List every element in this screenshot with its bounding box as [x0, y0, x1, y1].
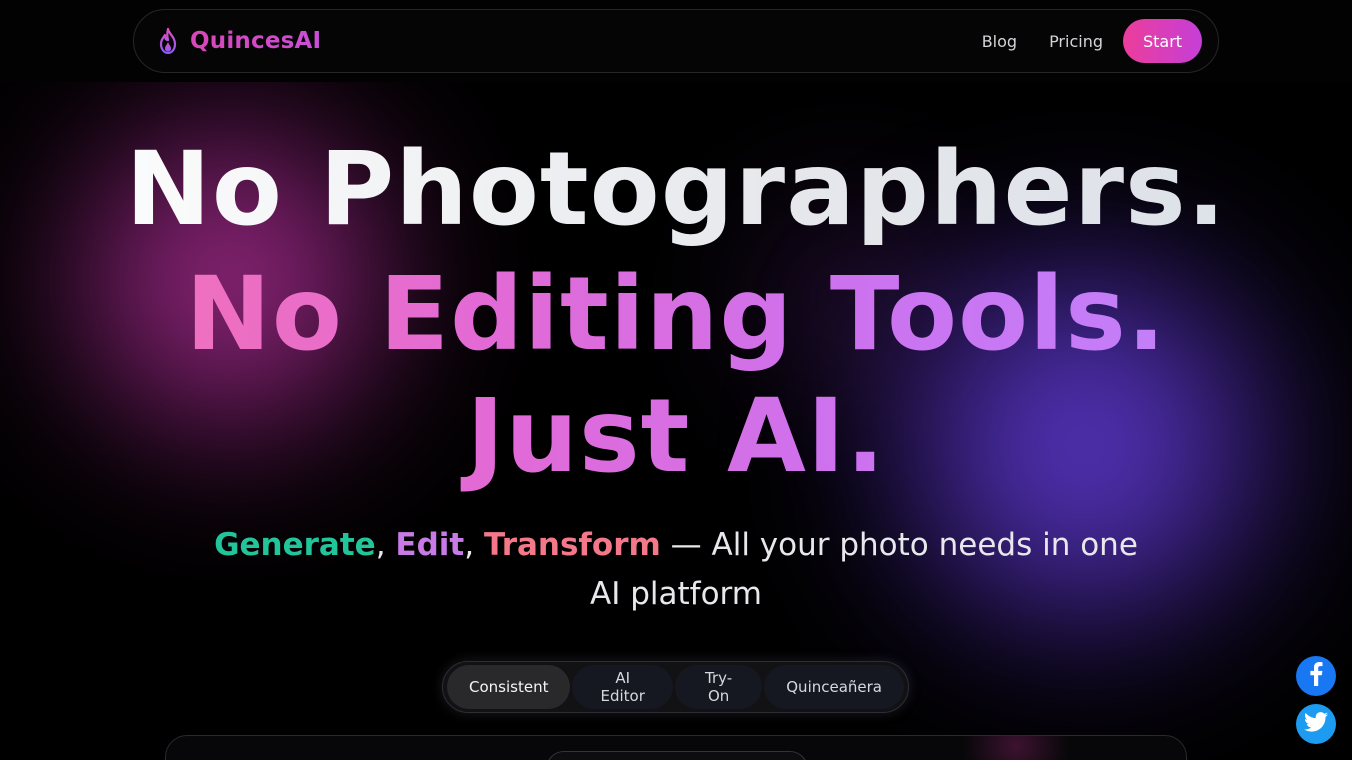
twitter-share-button[interactable]	[1296, 704, 1336, 744]
tab-try-on[interactable]: Try-On	[674, 665, 763, 709]
hero-subtitle: Generate, Edit, Transform — All your pho…	[200, 521, 1152, 619]
flame-icon	[156, 28, 180, 54]
preview-panel	[165, 735, 1187, 760]
tab-ai-editor[interactable]: AI Editor	[572, 665, 673, 709]
subtitle-separator: ,	[464, 527, 484, 563]
subtitle-generate: Generate	[214, 527, 376, 563]
feature-tabs: Consistent AI Editor Try-On Quinceañera	[442, 661, 909, 713]
subtitle-separator: ,	[375, 527, 396, 563]
preview-inner-frame	[546, 751, 808, 760]
subtitle-transform: Transform	[483, 527, 661, 563]
facebook-icon	[1309, 662, 1323, 690]
tab-quinceanera[interactable]: Quinceañera	[764, 665, 904, 709]
hero-headline-line1: No Photographers.	[0, 130, 1352, 250]
subtitle-edit: Edit	[395, 527, 465, 563]
navbar: QuincesAI Blog Pricing Start	[133, 9, 1219, 73]
nav-link-pricing[interactable]: Pricing	[1049, 32, 1103, 51]
hero: No Photographers. No Editing Tools. Just…	[0, 130, 1352, 498]
brand-name: QuincesAI	[190, 28, 322, 54]
nav-link-blog[interactable]: Blog	[982, 32, 1017, 51]
twitter-icon	[1304, 712, 1328, 736]
start-button[interactable]: Start	[1123, 19, 1202, 63]
brand-logo-link[interactable]: QuincesAI	[156, 28, 321, 54]
hero-headline-line2: No Editing Tools. Just AI.	[76, 254, 1276, 498]
facebook-share-button[interactable]	[1296, 656, 1336, 696]
tab-consistent[interactable]: Consistent	[447, 665, 571, 709]
preview-glow	[946, 736, 1086, 760]
subtitle-rest: — All your photo needs in one AI platfor…	[590, 527, 1138, 612]
nav-links: Blog Pricing Start	[982, 19, 1202, 63]
